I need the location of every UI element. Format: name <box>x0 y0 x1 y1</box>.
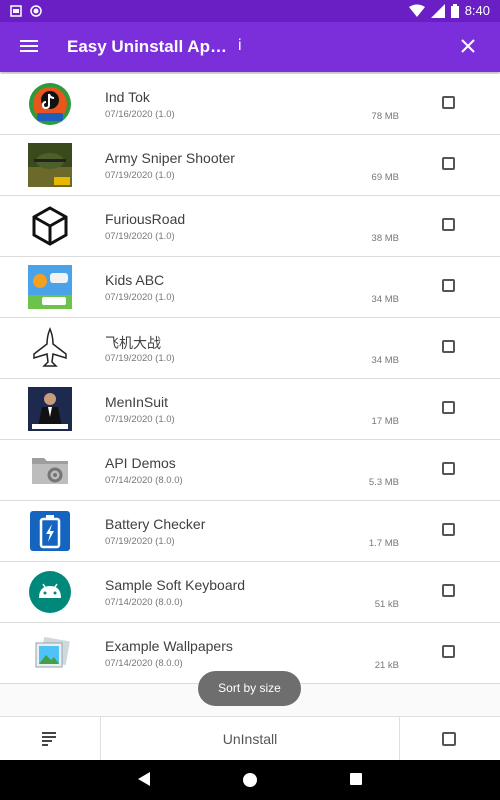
select-checkbox[interactable] <box>442 401 455 414</box>
app-date: 07/14/2020 (8.0.0) <box>105 597 183 608</box>
select-all-checkbox[interactable] <box>442 732 456 746</box>
search-text[interactable]: i <box>238 37 242 55</box>
select-checkbox[interactable] <box>442 218 455 231</box>
select-checkbox[interactable] <box>442 279 455 292</box>
app-size: 34 MB <box>371 355 399 366</box>
android-icon <box>29 571 71 613</box>
kids-abc-icon <box>28 265 72 309</box>
app-size: 1.7 MB <box>368 538 399 549</box>
select-checkbox[interactable] <box>442 584 455 597</box>
sort-icon <box>42 732 56 746</box>
select-checkbox[interactable] <box>442 96 455 109</box>
app-size: 69 MB <box>371 172 399 183</box>
wallpapers-icon <box>35 636 70 668</box>
app-name: Example Wallpapers <box>105 638 233 654</box>
app-row[interactable]: Sample Soft Keyboard 07/14/2020 (8.0.0) … <box>0 562 500 623</box>
app-row[interactable]: Ind Tok 07/16/2020 (1.0) 78 MB <box>0 74 500 135</box>
app-date: 07/19/2020 (1.0) <box>105 292 175 303</box>
app-date: 07/19/2020 (1.0) <box>105 170 175 181</box>
app-date: 07/16/2020 (1.0) <box>105 109 175 120</box>
status-bar: 8:40 <box>0 0 500 22</box>
wifi-icon <box>408 4 425 17</box>
unity-logo-icon <box>32 206 68 246</box>
select-checkbox[interactable] <box>442 157 455 170</box>
airplane-icon <box>33 327 67 367</box>
toast-message: Sort by size <box>198 671 301 706</box>
app-title: Easy Uninstall Ap… <box>67 37 227 56</box>
app-row[interactable]: Kids ABC 07/19/2020 (1.0) 34 MB <box>0 257 500 318</box>
app-name: Ind Tok <box>105 89 150 105</box>
app-date: 07/19/2020 (1.0) <box>105 353 175 364</box>
select-checkbox[interactable] <box>442 340 455 353</box>
app-row[interactable]: Army Sniper Shooter 07/19/2020 (1.0) 69 … <box>0 135 500 196</box>
close-icon[interactable] <box>456 34 480 58</box>
app-row[interactable]: Battery Checker 07/19/2020 (1.0) 1.7 MB <box>0 501 500 562</box>
app-list: Ind Tok 07/16/2020 (1.0) 78 MB Army Snip… <box>0 74 500 684</box>
app-row[interactable]: FuriousRoad 07/19/2020 (1.0) 38 MB <box>0 196 500 257</box>
app-size: 5.3 MB <box>368 477 399 488</box>
battery-icon <box>30 511 70 551</box>
app-date: 07/19/2020 (1.0) <box>105 536 175 547</box>
navigation-bar <box>0 760 500 800</box>
uninstall-button[interactable]: UnInstall <box>101 717 400 761</box>
battery-status-icon <box>450 3 459 18</box>
app-row[interactable]: MenInSuit 07/19/2020 (1.0) 17 MB <box>0 379 500 440</box>
app-size: 51 kB <box>374 599 399 610</box>
app-size: 34 MB <box>371 294 399 305</box>
menu-icon[interactable] <box>20 37 40 57</box>
select-checkbox[interactable] <box>442 523 455 536</box>
app-name: Kids ABC <box>105 272 165 288</box>
app-size: 78 MB <box>371 111 399 122</box>
status-time: 8:40 <box>464 3 490 18</box>
recent-apps-icon[interactable] <box>350 773 362 785</box>
app-date: 07/14/2020 (8.0.0) <box>105 475 183 486</box>
home-icon[interactable] <box>243 773 257 787</box>
app-date: 07/19/2020 (1.0) <box>105 414 175 425</box>
app-name: API Demos <box>105 455 176 471</box>
app-size: 38 MB <box>371 233 399 244</box>
app-date: 07/14/2020 (8.0.0) <box>105 658 183 669</box>
app-row[interactable]: 飞机大战 07/19/2020 (1.0) 34 MB <box>0 318 500 379</box>
app-size: 21 kB <box>374 660 399 671</box>
bottom-action-bar: UnInstall <box>0 716 500 761</box>
army-sniper-icon <box>28 143 72 187</box>
gallery-notification-icon <box>10 5 22 17</box>
app-size: 17 MB <box>371 416 399 427</box>
select-checkbox[interactable] <box>442 645 455 658</box>
app-name: Sample Soft Keyboard <box>105 577 246 593</box>
app-name: 飞机大战 <box>105 335 161 351</box>
circle-notification-icon <box>30 5 42 17</box>
app-bar: Easy Uninstall Ap… i <box>0 22 500 72</box>
back-icon[interactable] <box>138 772 150 786</box>
app-name: Army Sniper Shooter <box>105 150 235 166</box>
app-name: MenInSuit <box>105 394 169 410</box>
ind-tok-icon <box>29 83 71 125</box>
select-checkbox[interactable] <box>442 462 455 475</box>
folder-gear-icon <box>32 458 68 484</box>
app-date: 07/19/2020 (1.0) <box>105 231 175 242</box>
signal-icon <box>430 3 445 18</box>
app-row[interactable]: API Demos 07/14/2020 (8.0.0) 5.3 MB <box>0 440 500 501</box>
app-name: Battery Checker <box>105 516 206 532</box>
men-in-suit-icon <box>28 387 72 431</box>
sort-button[interactable] <box>0 717 101 761</box>
app-name: FuriousRoad <box>105 211 186 227</box>
